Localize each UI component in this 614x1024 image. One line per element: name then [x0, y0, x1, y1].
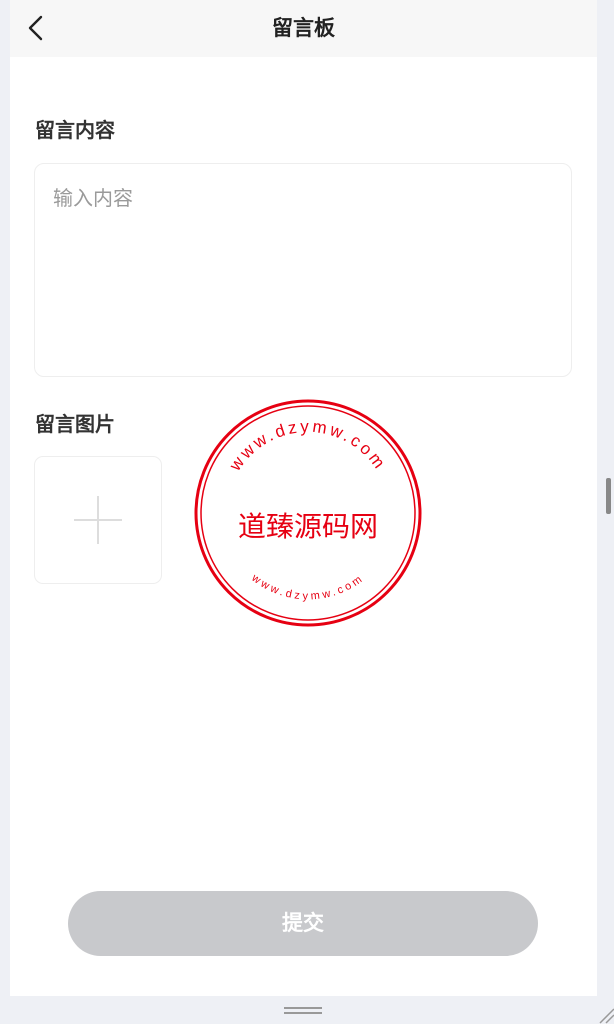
message-content-input[interactable] [53, 184, 553, 354]
submit-button[interactable]: 提交 [68, 891, 538, 956]
plus-icon [74, 496, 122, 544]
bottom-bar [0, 996, 614, 1024]
nav-header: 留言板 [10, 0, 597, 57]
drag-grip-line [284, 1012, 322, 1014]
watermark-center: 道臻源码网 [238, 510, 378, 543]
scroll-handle[interactable] [606, 478, 611, 514]
watermark-ring-bottom: www.dzymw.com [249, 571, 367, 602]
watermark-ring-top: www.dzymw.com [225, 417, 390, 475]
content-box [34, 163, 572, 377]
images-section-label: 留言图片 [35, 412, 115, 436]
content-section-label: 留言内容 [35, 118, 115, 142]
watermark-stamp: www.dzymw.com 道臻源码网 www.dzymw.com [194, 399, 422, 627]
resize-corner-icon[interactable] [596, 1004, 614, 1024]
page-title: 留言板 [272, 16, 335, 40]
image-upload-button[interactable] [34, 456, 162, 584]
drag-grip-line [284, 1007, 322, 1009]
